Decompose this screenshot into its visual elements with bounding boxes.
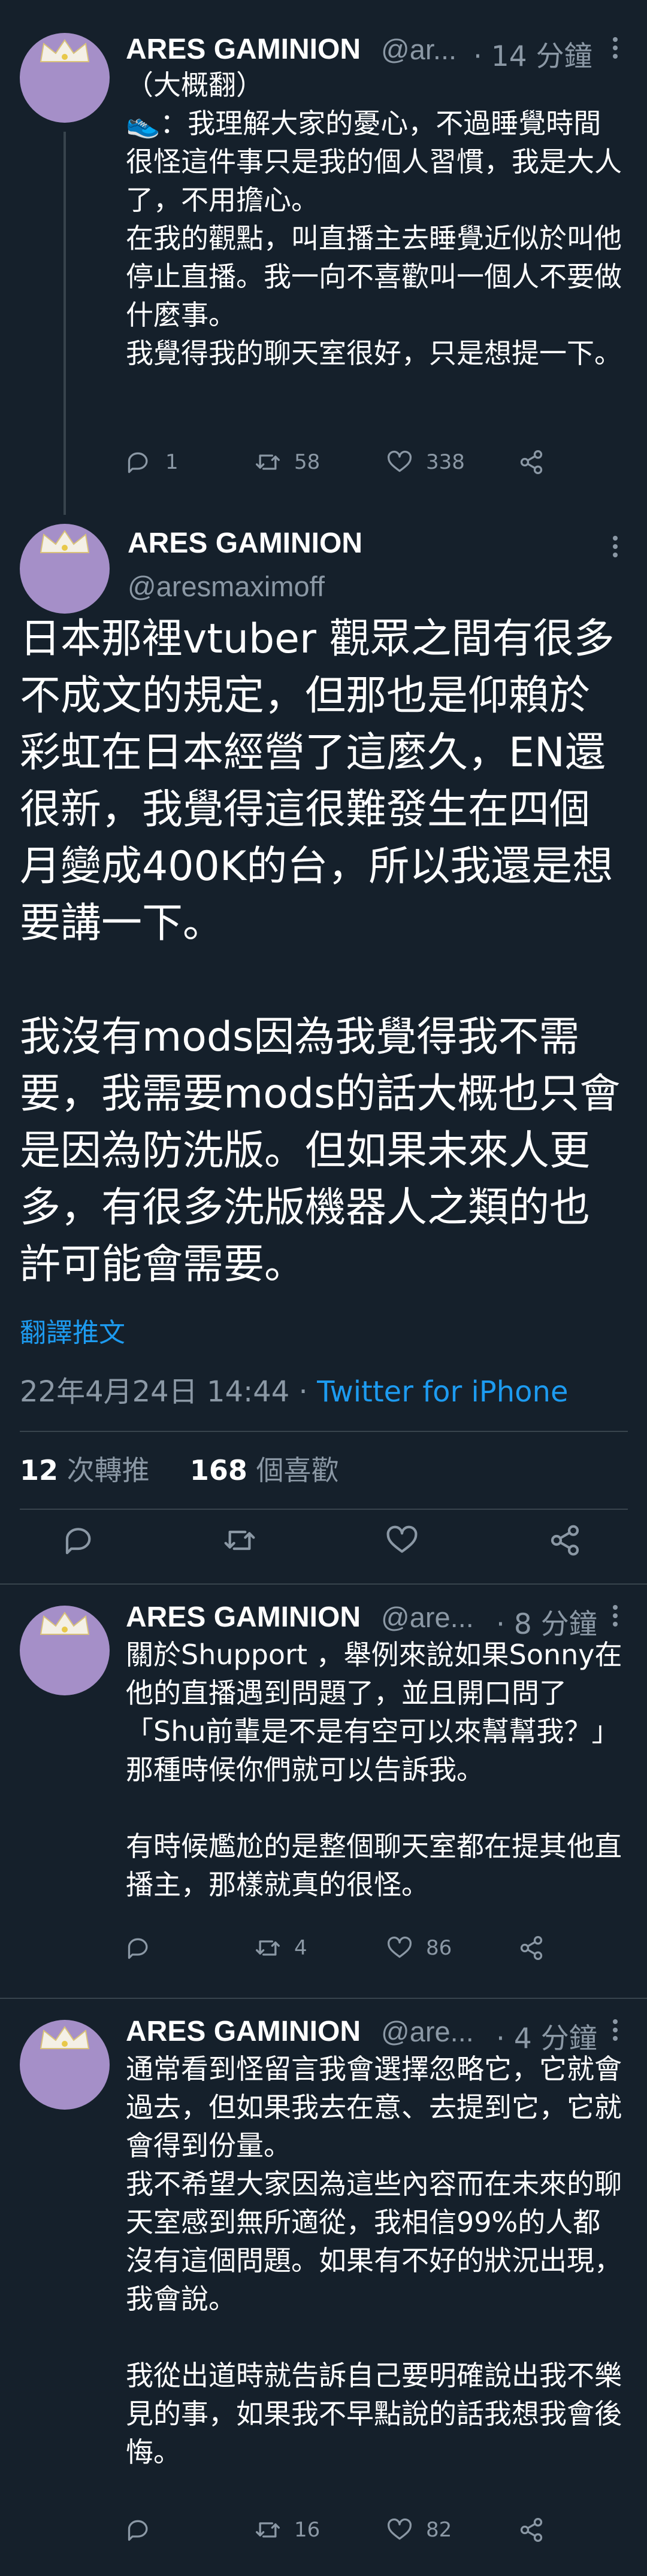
action-bar [0,1524,647,1559]
retweet-count: 58 [294,450,321,474]
like-button[interactable] [385,1524,419,1557]
translate-link[interactable]: 翻譯推文 [20,1311,125,1349]
reply-button[interactable]: 1 [126,449,179,475]
author-name[interactable]: ARES GAMINION [126,2015,361,2048]
reply-icon [126,1935,152,1961]
share-button[interactable] [518,1935,545,1961]
avatar[interactable] [20,33,110,123]
main-tweet-text: 日本那裡vtuber 觀眾之間有很多不成文的規定，但那也是仰賴於彩虹在日本經營了… [20,615,621,1288]
like-stat-count: 168 [189,1454,247,1486]
retweet-icon [255,1935,281,1961]
share-button[interactable] [518,449,545,475]
tweet-1[interactable]: ARES GAMINION @ar... · 14 分鐘 （大概翻） 👟：我理解… [0,0,647,515]
action-bar: 4 86 [126,1935,605,1971]
author-name[interactable]: ARES GAMINION [128,527,362,560]
reply-tweet-1[interactable]: ARES GAMINION @are... · 8 分鐘 關於Shupport … [0,1585,647,1998]
like-button[interactable]: 82 [386,2517,452,2543]
retweet-button[interactable]: 16 [255,2517,320,2543]
share-icon [518,449,545,475]
tweet-timestamp: 22年4月24日 14:44 · Twitter for iPhone [20,1368,568,1410]
reply-icon [126,449,152,475]
more-icon[interactable] [611,2019,619,2049]
avatar[interactable] [20,524,110,614]
crown-icon [38,530,92,555]
retweet-button[interactable]: 58 [255,449,320,475]
like-count: 86 [426,1936,452,1960]
crown-icon [38,39,92,64]
divider [20,1509,628,1510]
retweet-stat[interactable]: 12 次轉推 [20,1454,150,1486]
reply-icon [126,2517,152,2543]
more-icon[interactable] [611,536,619,566]
main-tweet: ARES GAMINION @aresmaximoff 日本那裡vtuber 觀… [0,512,647,1583]
retweet-count: 4 [294,1936,307,1960]
like-icon [385,1524,419,1557]
reply-button[interactable] [126,1935,165,1961]
retweet-stat-count: 12 [20,1454,59,1486]
like-stat[interactable]: 168 個喜歡 [190,1454,339,1486]
like-count: 338 [426,450,465,474]
author-handle[interactable]: @aresmaximoff [128,570,325,603]
more-icon[interactable] [611,1605,619,1635]
author-handle[interactable]: @are... [381,2015,474,2048]
share-icon [548,1524,582,1557]
share-icon [518,2517,545,2543]
like-stat-label: 個喜歡 [247,1454,339,1486]
like-icon [386,1935,413,1961]
like-count: 82 [426,2518,452,2542]
avatar[interactable] [20,1606,110,1695]
more-icon[interactable] [611,37,619,67]
like-icon [386,2517,413,2543]
tweet-date[interactable]: 22年4月24日 14:44 · [20,1375,317,1409]
reply-tweet-2[interactable]: ARES GAMINION @are... · 4 分鐘 通常看到怪留言我會選擇… [0,1999,647,2576]
retweet-button[interactable]: 4 [255,1935,307,1961]
thread-line [64,132,66,515]
reply-count: 1 [165,450,179,474]
reply-button[interactable] [126,2517,165,2543]
author-handle[interactable]: @are... [381,1601,474,1634]
action-bar: 1 58 338 [126,449,605,485]
tweet-stats: 12 次轉推 168 個喜歡 [20,1449,339,1488]
like-button[interactable]: 338 [386,449,465,475]
retweet-icon [255,449,281,475]
tweet-text: 通常看到怪留言我會選擇忽略它，它就會過去，但如果我去在意、去提到它，它就會得到份… [126,2053,622,2468]
share-button[interactable] [518,2517,545,2543]
reply-button[interactable] [63,1524,96,1557]
retweet-count: 16 [294,2518,321,2542]
crown-icon [38,1612,92,1637]
action-bar: 16 82 [126,2517,605,2553]
tweet-text: 關於Shupport ，舉例來說如果Sonny在他的直播遇到問題了，並且開口問了… [126,1639,622,1901]
retweet-icon [223,1524,256,1557]
tweet-source-link[interactable]: Twitter for iPhone [317,1375,568,1409]
reply-icon [63,1524,96,1557]
author-handle[interactable]: @ar... [381,33,456,66]
retweet-icon [255,2517,281,2543]
author-name[interactable]: ARES GAMINION [126,1601,361,1634]
divider [20,1431,628,1432]
tweet-text: （大概翻） 👟：我理解大家的憂心，不過睡覺時間很怪這件事只是我的個人習慣，我是大… [126,69,622,369]
like-button[interactable]: 86 [386,1935,452,1961]
retweet-stat-label: 次轉推 [58,1454,150,1486]
share-icon [518,1935,545,1961]
retweet-button[interactable] [223,1524,256,1557]
crown-icon [38,2026,92,2051]
author-name[interactable]: ARES GAMINION [126,33,361,66]
like-icon [386,449,413,475]
avatar[interactable] [20,2020,110,2110]
share-button[interactable] [548,1524,582,1557]
